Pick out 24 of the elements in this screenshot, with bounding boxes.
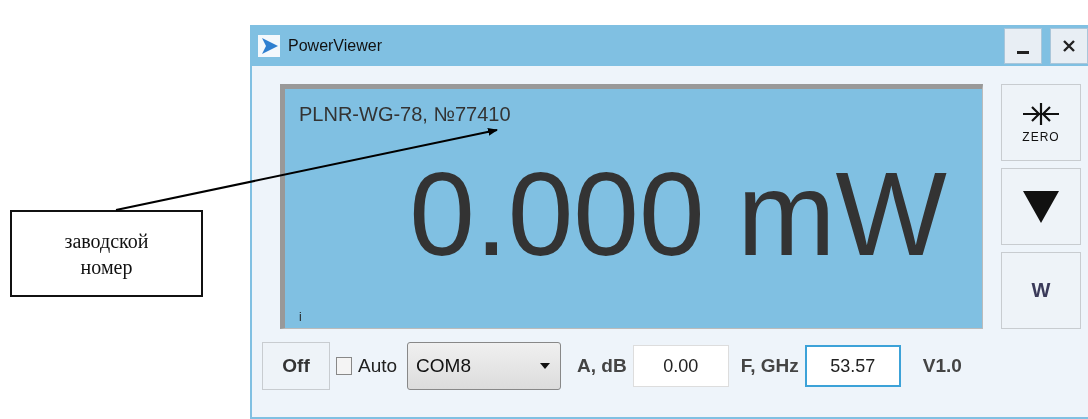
window-title: PowerViewer: [288, 36, 382, 55]
down-triangle-icon: [1023, 190, 1059, 223]
auto-checkbox[interactable]: [336, 357, 352, 375]
zero-icon: [1022, 101, 1060, 126]
indicator-text: i: [299, 310, 302, 324]
field-label: A, dB: [577, 355, 627, 377]
off-button[interactable]: Off: [262, 342, 330, 390]
unit-button[interactable]: W: [1001, 252, 1081, 329]
port-dropdown[interactable]: COM8: [407, 342, 562, 390]
close-icon: [1063, 39, 1075, 52]
close-button[interactable]: [1050, 27, 1088, 64]
power-reading: 0.000 mW: [409, 149, 947, 279]
minimize-button[interactable]: [1004, 27, 1042, 64]
input-field[interactable]: 53.57: [804, 345, 901, 387]
version-text: V1.0: [922, 355, 962, 377]
auto-label: Auto: [358, 355, 398, 377]
minimize-icon: [1017, 49, 1029, 54]
serial-number: PLNR-WG-78, №77410: [299, 103, 511, 126]
field-label: F, GHz: [740, 355, 799, 377]
down-button[interactable]: [1001, 168, 1081, 245]
input-field[interactable]: 0.00: [632, 345, 729, 387]
zero-button[interactable]: ZERO: [1001, 84, 1081, 161]
callout-box: заводской номер: [10, 210, 203, 297]
dropdown-caret-icon: [540, 363, 551, 369]
